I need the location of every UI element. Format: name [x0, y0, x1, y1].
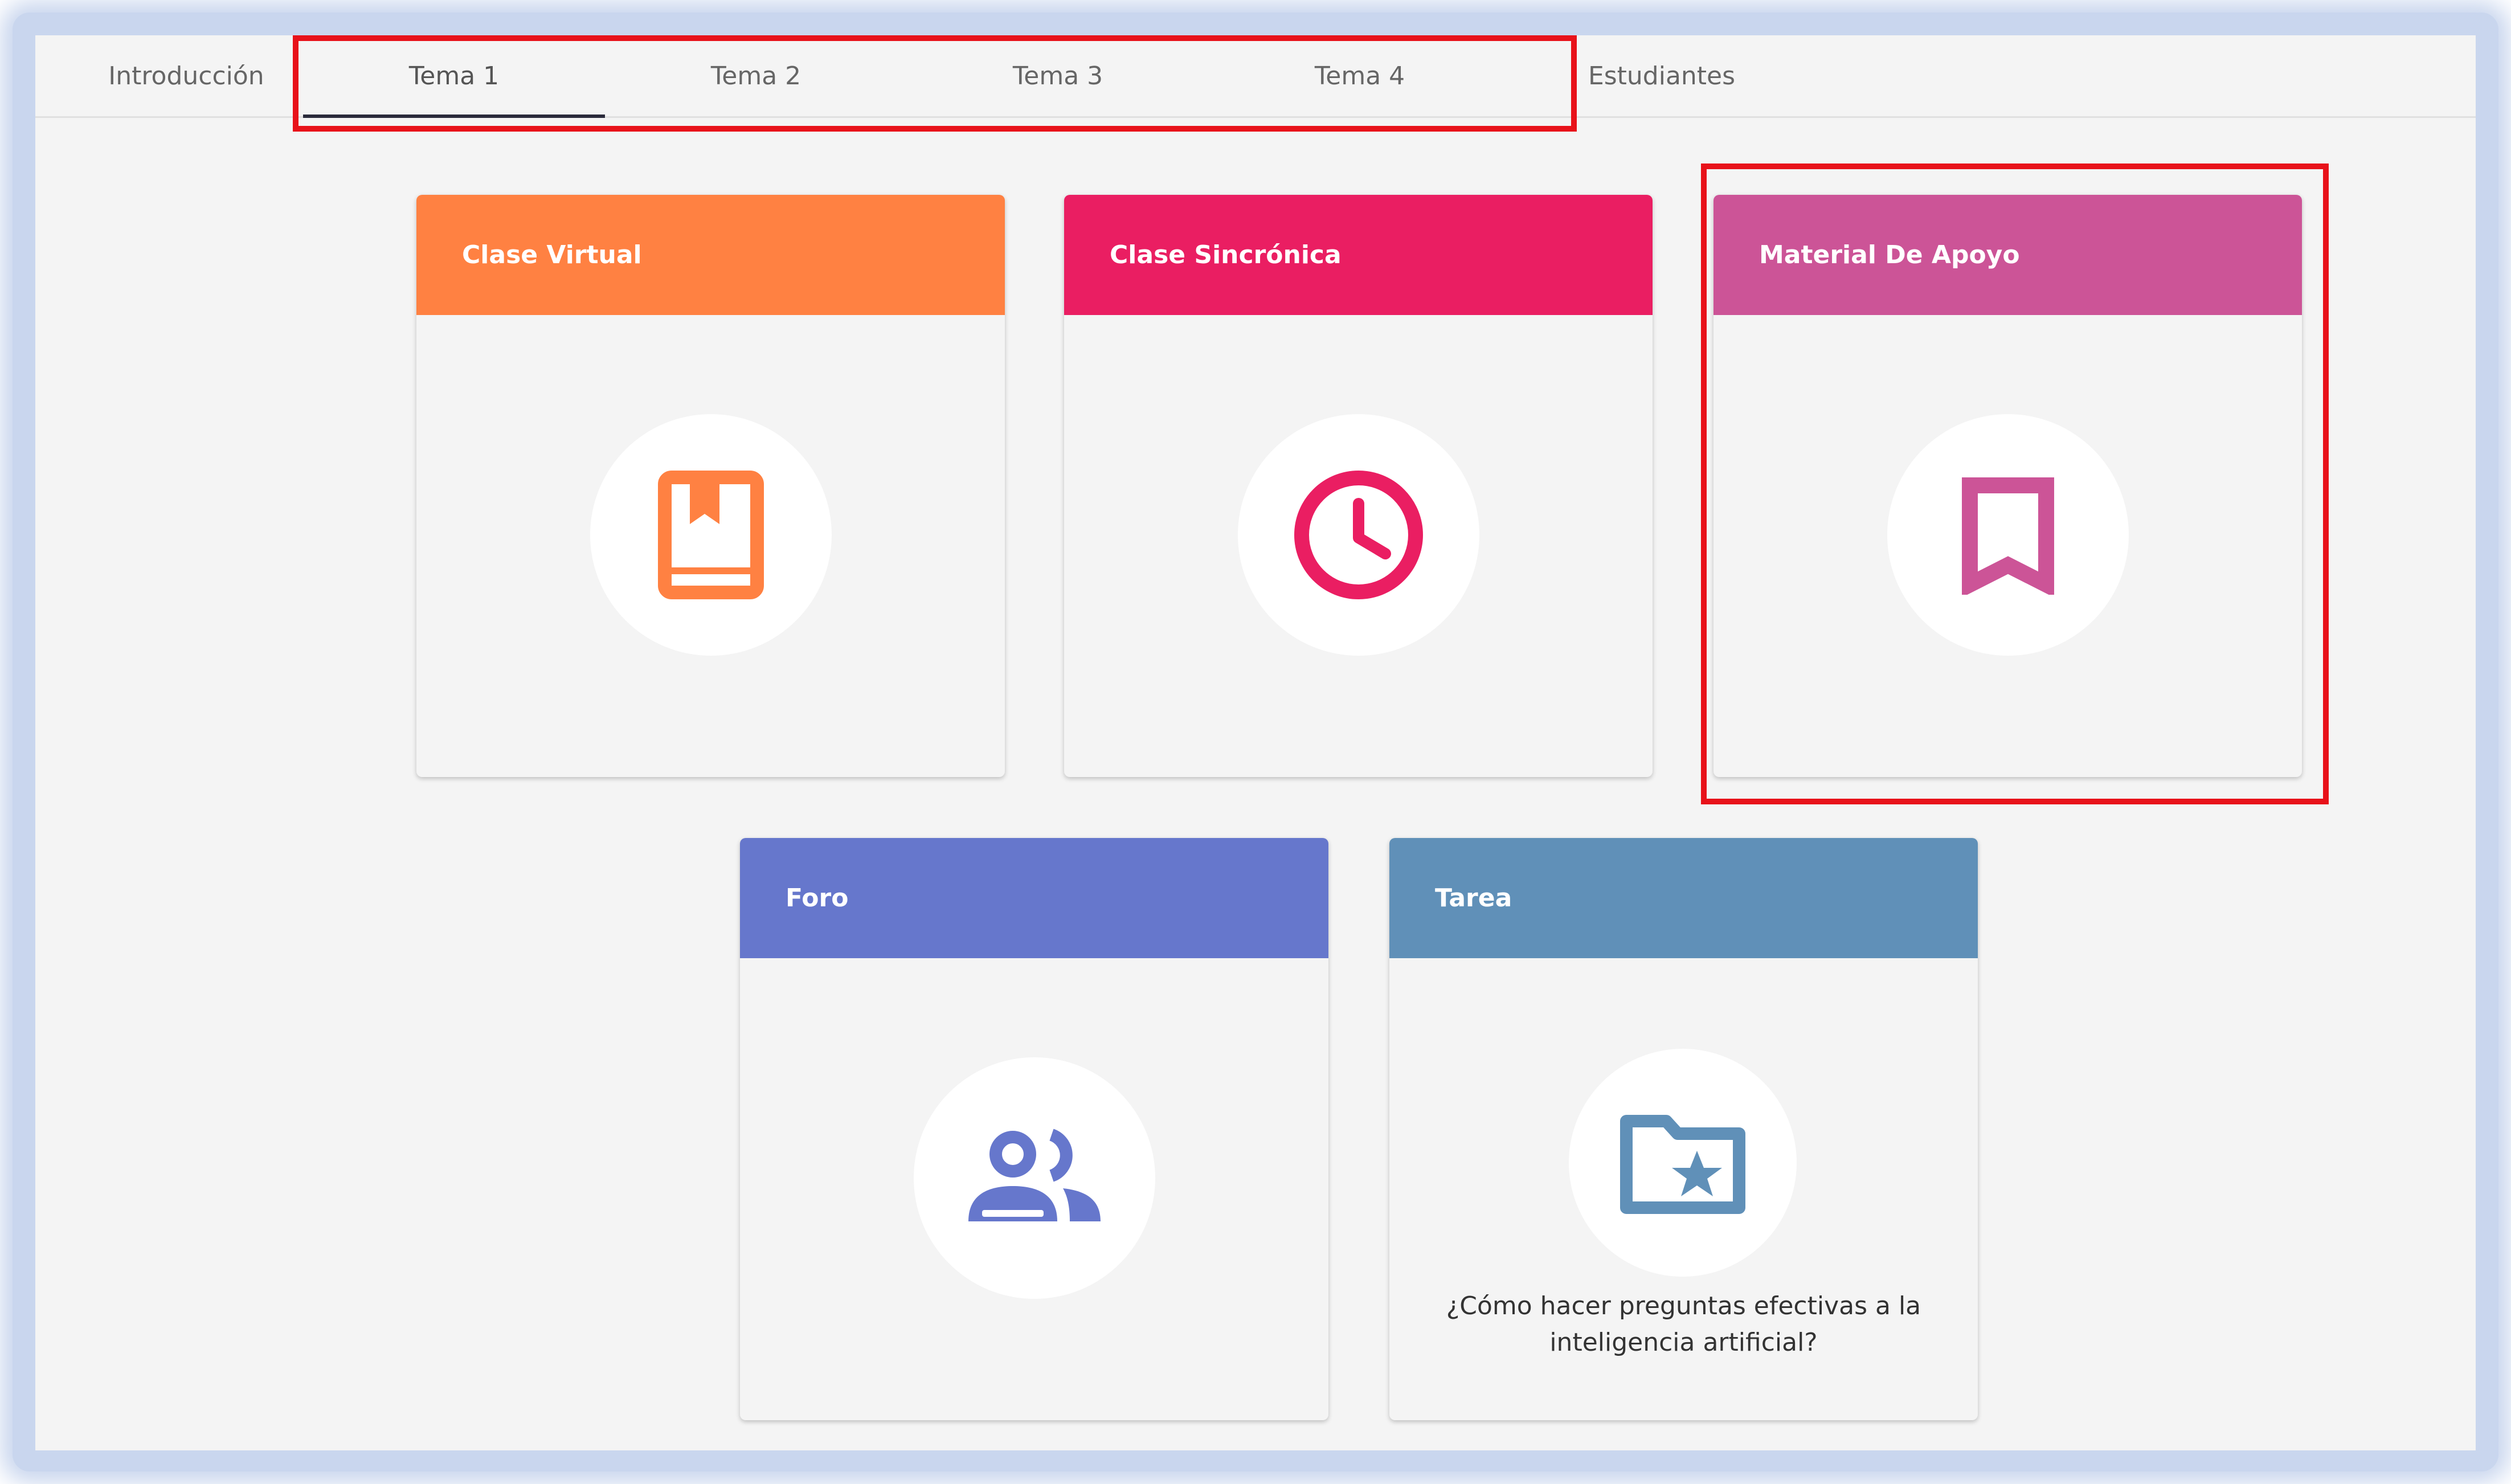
folder-star-icon — [1620, 1115, 1745, 1214]
card-highlight-box — [1701, 163, 2329, 804]
icon-circle — [914, 1057, 1155, 1299]
card-foro[interactable]: Foro — [740, 838, 1328, 1420]
card-caption[interactable]: ¿Cómo hacer preguntas efectivas a la int… — [1424, 1288, 1944, 1361]
card-header: Foro — [740, 838, 1328, 958]
card-tarea[interactable]: Tarea ¿Cómo hacer preguntas efectivas a … — [1389, 838, 1978, 1420]
card-clase-sincronica[interactable]: Clase Sincrónica — [1064, 195, 1653, 777]
tabs-highlight-box — [293, 35, 1577, 132]
icon-circle — [590, 414, 832, 656]
card-title: Clase Sincrónica — [1110, 240, 1342, 269]
card-header: Tarea — [1389, 838, 1978, 958]
icon-circle — [1238, 414, 1479, 656]
card-header: Clase Sincrónica — [1064, 195, 1653, 315]
card-title: Clase Virtual — [462, 240, 642, 269]
tab-introduccion[interactable]: Introducción — [35, 35, 337, 116]
icon-circle — [1569, 1049, 1797, 1277]
card-header: Clase Virtual — [416, 195, 1005, 315]
clock-icon — [1294, 471, 1423, 599]
card-clase-virtual[interactable]: Clase Virtual — [416, 195, 1005, 777]
course-page: Introducción Tema 1 Tema 2 Tema 3 Tema 4… — [35, 35, 2476, 1450]
card-title: Foro — [786, 884, 849, 913]
book-bookmark-icon — [658, 471, 764, 599]
people-icon — [968, 1129, 1101, 1221]
card-title: Tarea — [1435, 884, 1512, 913]
